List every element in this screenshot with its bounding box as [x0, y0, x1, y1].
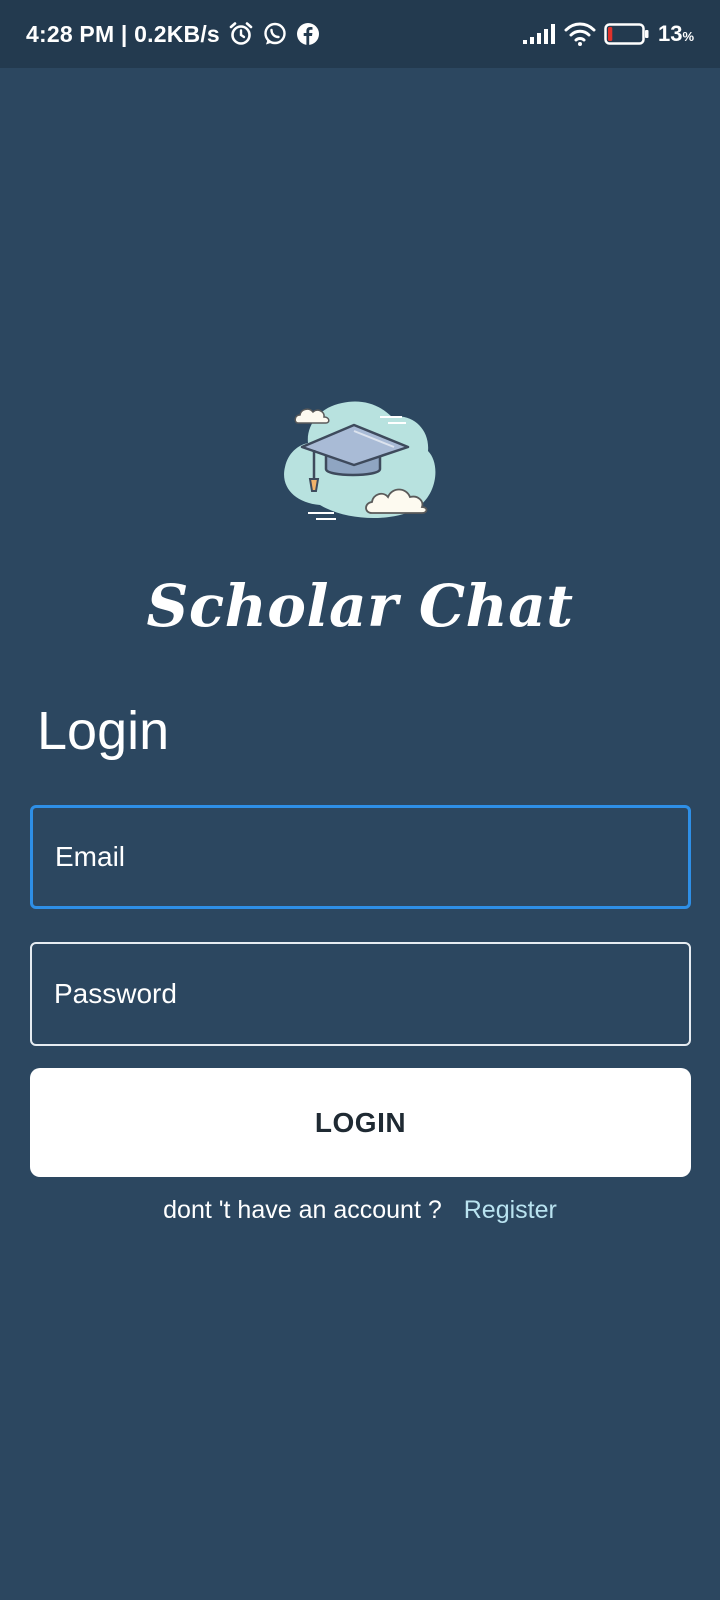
whatsapp-icon — [262, 21, 288, 47]
status-time-speed: 4:28 PM | 0.2KB/s — [26, 20, 220, 47]
status-bar-right: 13% — [522, 21, 694, 47]
password-field-container — [30, 942, 691, 1046]
login-screen: 4:28 PM | 0.2KB/s 13% Scholar Chat Login… — [0, 0, 720, 1600]
wifi-icon — [564, 21, 596, 47]
battery-icon — [604, 22, 650, 46]
email-field[interactable] — [55, 808, 688, 906]
alarm-icon — [228, 21, 254, 47]
facebook-icon — [296, 22, 320, 46]
battery-percent-unit: % — [682, 29, 694, 44]
password-field[interactable] — [54, 944, 689, 1044]
register-prompt: dont 't have an account ? Register — [0, 1196, 720, 1225]
page-title: Login — [37, 701, 170, 761]
login-button[interactable]: LOGIN — [30, 1068, 691, 1177]
email-field-container — [30, 805, 691, 909]
status-bar: 4:28 PM | 0.2KB/s 13% — [0, 0, 720, 68]
app-brand-title: Scholar Chat — [146, 572, 574, 640]
battery-percent-value: 13 — [657, 21, 683, 46]
graduation-cap-cloud-icon — [280, 395, 440, 535]
signal-icon — [522, 23, 556, 45]
battery-percent: 13% — [658, 21, 694, 47]
register-link[interactable]: Register — [464, 1196, 557, 1225]
no-account-text: dont 't have an account ? — [163, 1196, 442, 1224]
status-bar-left: 4:28 PM | 0.2KB/s — [26, 21, 320, 48]
